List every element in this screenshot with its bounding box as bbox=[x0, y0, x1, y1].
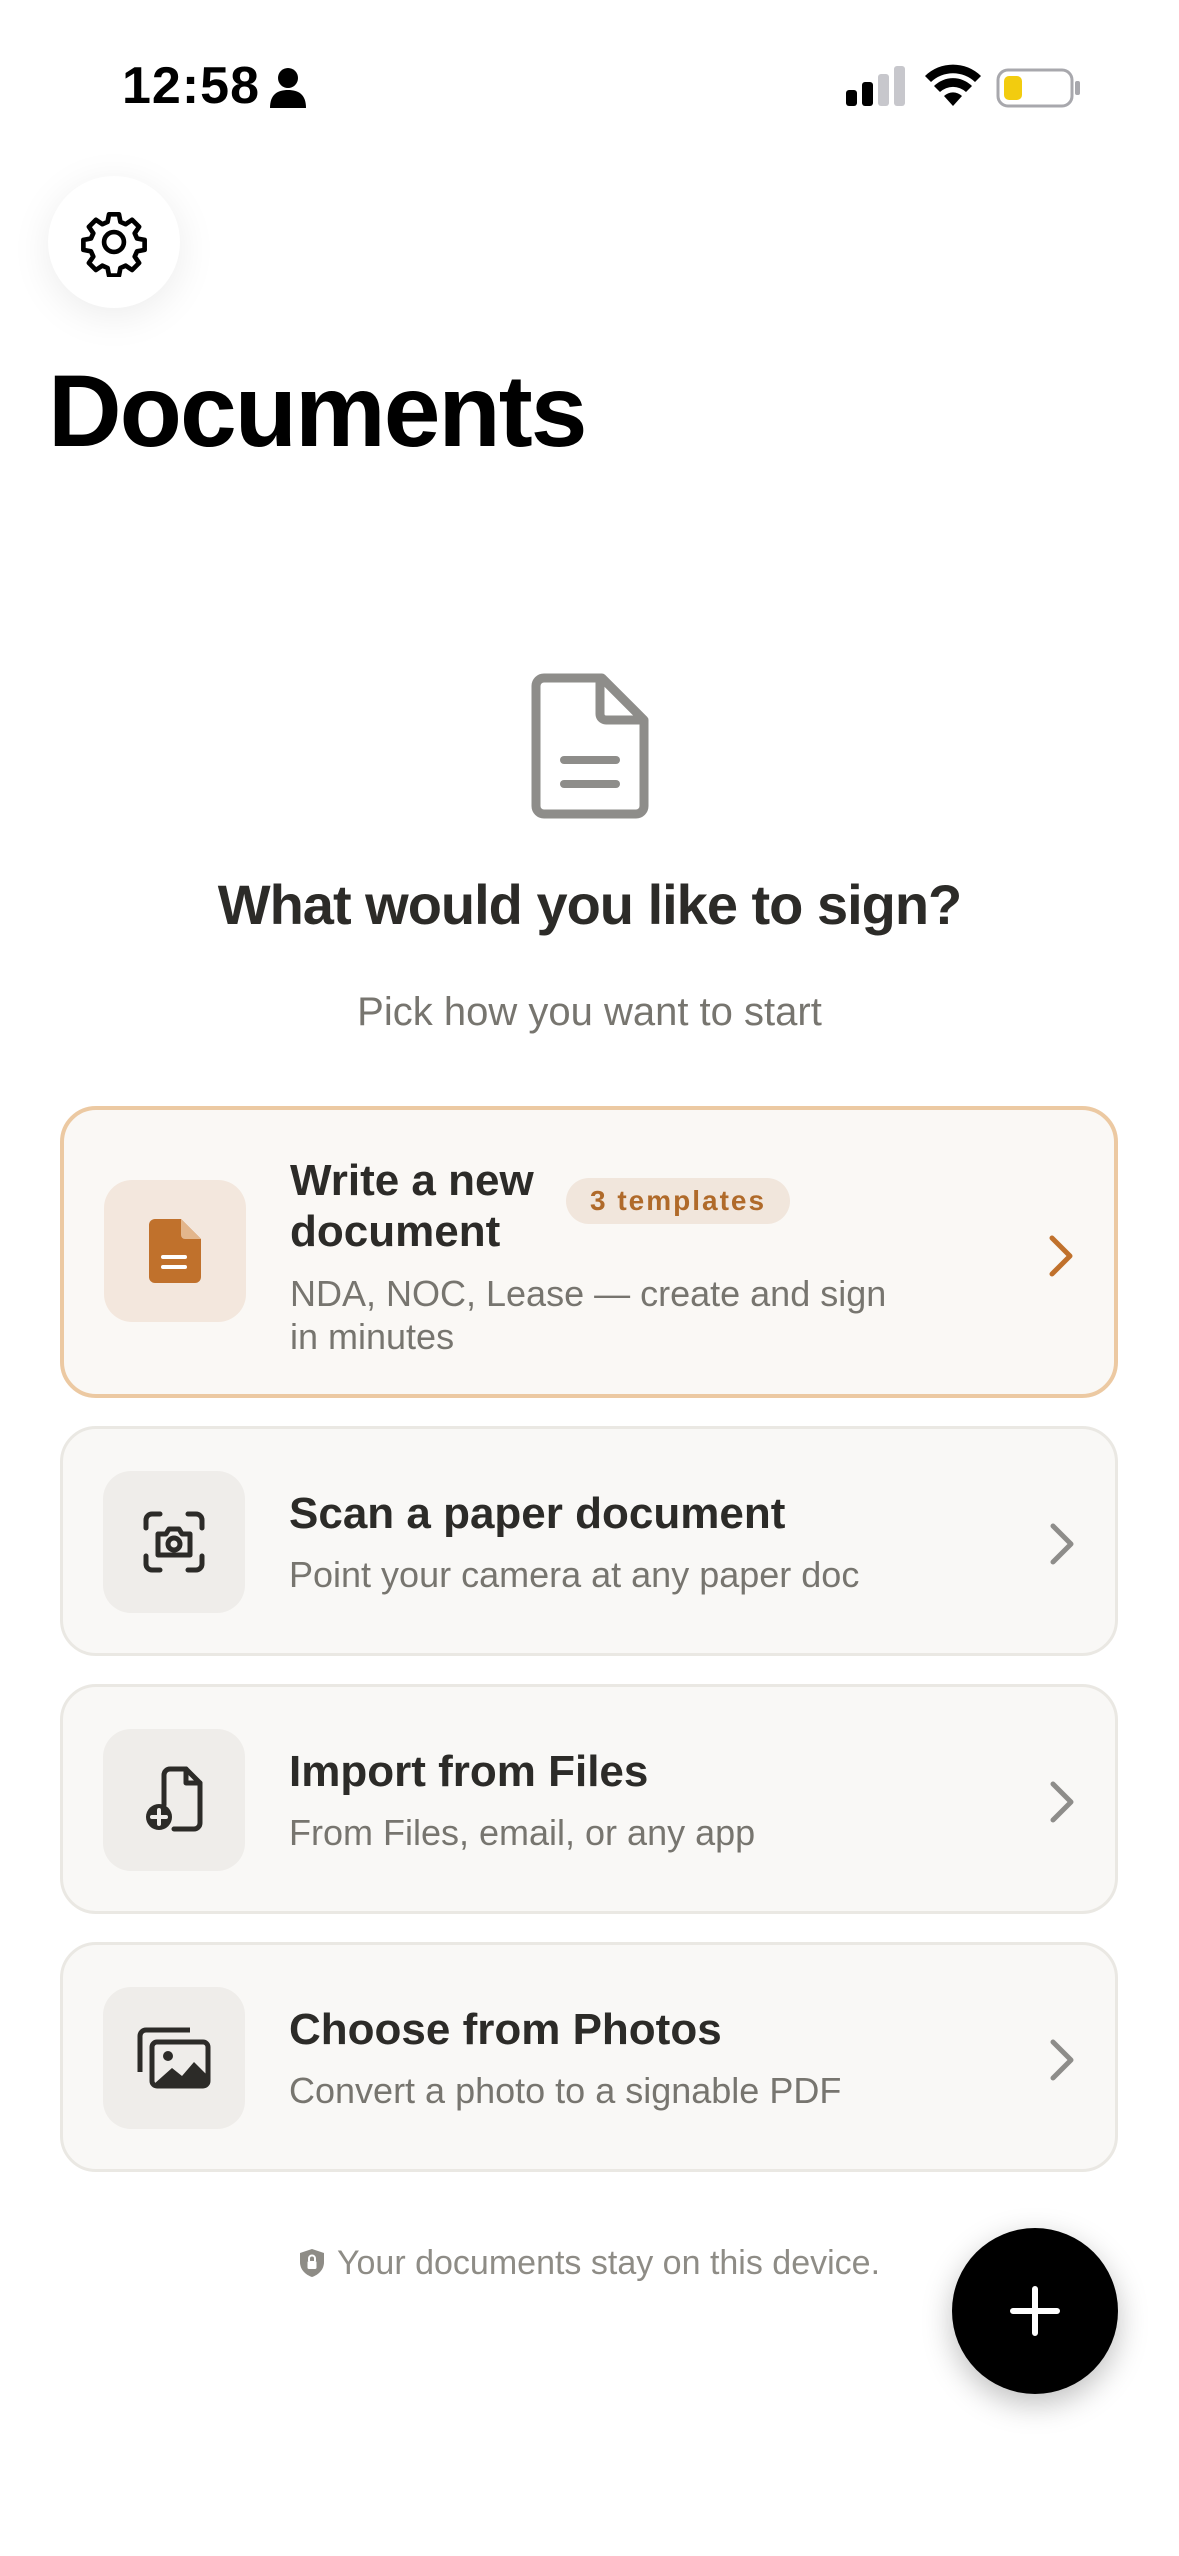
chevron-right-icon bbox=[1049, 1235, 1073, 1277]
settings-button[interactable] bbox=[48, 176, 180, 308]
scan-document-option[interactable]: Scan a paper document Point your camera … bbox=[60, 1426, 1118, 1656]
shield-lock-icon bbox=[299, 2249, 324, 2277]
wifi-icon bbox=[925, 64, 981, 106]
document-icon bbox=[149, 1219, 201, 1283]
option-title: Scan a paper document bbox=[289, 1489, 786, 1538]
option-description: Convert a photo to a signable PDF bbox=[289, 2070, 842, 2111]
page-title: Documents bbox=[48, 354, 587, 468]
chevron-right-icon bbox=[1050, 1781, 1074, 1823]
import-files-option[interactable]: Import from Files From Files, email, or … bbox=[60, 1684, 1118, 1914]
option-description: NDA, NOC, Lease — create and sign in min… bbox=[290, 1273, 887, 1358]
file-add-icon bbox=[146, 1766, 203, 1832]
person-icon bbox=[270, 68, 306, 108]
photos-icon bbox=[137, 2027, 211, 2089]
camera-scan-icon bbox=[143, 1511, 205, 1573]
chevron-right-icon bbox=[1050, 2039, 1074, 2081]
choose-photos-option[interactable]: Choose from Photos Convert a photo to a … bbox=[60, 1942, 1118, 2172]
gear-icon bbox=[81, 211, 147, 277]
option-icon-box bbox=[103, 1729, 245, 1871]
option-title: Import from Files bbox=[289, 1747, 649, 1796]
battery-icon bbox=[996, 68, 1080, 108]
option-description: Point your camera at any paper doc bbox=[289, 1554, 860, 1595]
templates-badge: 3 templates bbox=[566, 1178, 791, 1224]
option-icon-box bbox=[103, 1987, 245, 2129]
hero-title: What would you like to sign? bbox=[217, 873, 963, 936]
option-title: Choose from Photos bbox=[289, 2005, 722, 2054]
chevron-right-icon bbox=[1050, 1523, 1074, 1565]
plus-icon bbox=[1010, 2286, 1060, 2336]
option-icon-box bbox=[103, 1471, 245, 1613]
document-outline-icon bbox=[531, 673, 649, 819]
option-icon-box bbox=[104, 1180, 246, 1322]
cellular-signal-icon bbox=[846, 66, 905, 106]
privacy-note-text: Your documents stay on this device. bbox=[336, 2244, 881, 2282]
option-description: From Files, email, or any app bbox=[289, 1812, 756, 1853]
hero-subtitle: Pick how you want to start bbox=[357, 990, 822, 1034]
status-bar: 12:58 bbox=[0, 0, 1179, 170]
option-title: Write a new document bbox=[290, 1156, 534, 1256]
status-time: 12:58 bbox=[122, 57, 260, 115]
write-document-option[interactable]: Write a new document 3 templates NDA, NO… bbox=[60, 1106, 1118, 1398]
add-document-button[interactable] bbox=[952, 2228, 1118, 2394]
